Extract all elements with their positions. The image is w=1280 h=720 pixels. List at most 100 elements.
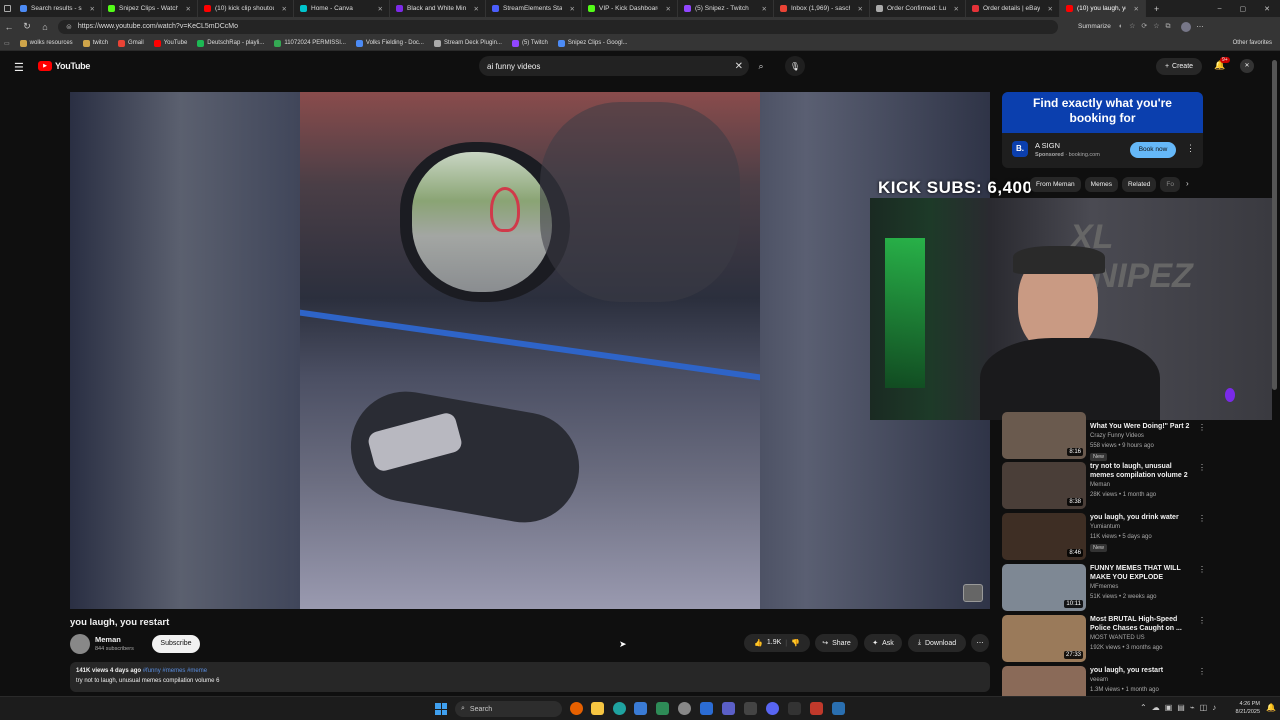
channel-avatar[interactable] [70,634,90,654]
search-icon[interactable]: ⌕ [750,56,772,76]
system-tray-icons[interactable]: ⌃☁▣▤⌁◫♪ [1140,703,1221,712]
windows-start-icon[interactable] [435,703,447,715]
tab-close-icon[interactable]: ✕ [1044,5,1053,13]
chip-more[interactable]: Fo [1160,177,1180,192]
teams-icon[interactable] [722,702,735,715]
channel-name[interactable]: MFmemes [1090,584,1118,590]
taskbar-search[interactable]: ⌕ Search [455,701,562,717]
notifications-icon[interactable]: 🔔 [1266,703,1276,712]
close-window-button[interactable]: ✕ [1264,5,1270,13]
tab-close-icon[interactable]: ✕ [1130,5,1139,13]
channel-name[interactable]: veeam [1090,677,1108,683]
chip-from-meman[interactable]: From Meman [1030,177,1081,192]
site-info-icon[interactable]: ⊜ [66,23,72,31]
tab-close-icon[interactable]: ✕ [86,5,95,13]
book-now-button[interactable]: Book now [1130,142,1176,158]
bookmark-item[interactable]: 11072024 PERMISSI... [274,39,346,47]
summarize-button[interactable]: Summarize [1078,23,1111,30]
browser-toolbar-icons[interactable]: ◐☆⟳☆⧉ [1119,22,1177,31]
ad-more-icon[interactable]: ⋮ [1186,143,1195,154]
video-thumbnail[interactable]: 8:16 [1002,412,1086,459]
tab-close-icon[interactable]: ✕ [662,5,671,13]
obs-icon[interactable] [678,702,691,715]
app-icon[interactable] [744,702,757,715]
terminal-icon[interactable] [788,702,801,715]
bookmark-item[interactable]: YouTube [153,39,187,47]
app-red-icon[interactable] [810,702,823,715]
steam-icon[interactable] [832,702,845,715]
refresh-icon[interactable]: ↻ [18,21,36,32]
browser-tab[interactable]: Order Confirmed: Lumin ✕ [870,0,966,17]
tab-close-icon[interactable]: ✕ [854,5,863,13]
recommended-video[interactable]: 10:11 FUNNY MEMES THAT WILL MAKE YOU EXPL… [1002,564,1212,614]
recommended-video[interactable]: 8:38 try not to laugh, unusual memes comp… [1002,462,1212,512]
video-player[interactable] [70,92,990,609]
browser-tab[interactable]: Search results - saschae ✕ [14,0,102,17]
more-actions-button[interactable]: ⋯ [971,634,989,652]
edge-icon[interactable] [613,702,626,715]
channel-name[interactable]: MOST WANTED US [1090,635,1145,641]
browser-tab[interactable]: (10) kick clip shoutout - ✕ [198,0,294,17]
hamburger-menu-icon[interactable]: ☰ [14,61,24,74]
more-vert-icon[interactable]: ⋮ [1198,565,1206,574]
browser-tab[interactable]: VIP - Kick Dashboard ✕ [582,0,678,17]
page-scrollbar[interactable] [1272,60,1277,390]
channel-name[interactable]: Crazy Funny Videos [1090,433,1144,439]
channel-name[interactable]: Meman [95,635,121,644]
browser-tab[interactable]: Black and White Minimal ✕ [390,0,486,17]
tab-close-icon[interactable]: ✕ [950,5,959,13]
share-button[interactable]: ↪ Share [815,634,858,652]
like-button[interactable]: 👍 1.9K [754,639,781,647]
recommended-video[interactable]: 27:33 Most BRUTAL High-Speed Police Chase… [1002,615,1212,665]
youtube-logo[interactable]: ▶ YouTube [38,61,90,71]
tab-close-icon[interactable]: ✕ [374,5,383,13]
tab-close-icon[interactable]: ✕ [278,5,287,13]
more-vert-icon[interactable]: ⋮ [1198,423,1206,432]
video-title[interactable]: try not to laugh, unusual memes compilat… [1090,462,1194,480]
account-avatar[interactable]: ✕ [1240,59,1254,73]
other-favorites[interactable]: Other favorites [1233,40,1280,46]
bookmark-item[interactable]: (5) Twitch [511,39,548,47]
more-vert-icon[interactable]: ⋮ [1198,667,1206,676]
tab-close-icon[interactable]: ✕ [182,5,191,13]
video-thumbnail[interactable]: 8:46 [1002,513,1086,560]
video-thumbnail[interactable]: 27:33 [1002,615,1086,662]
clock[interactable]: 4:26 PM 8/21/2025 [1226,700,1260,716]
more-vert-icon[interactable]: ⋮ [1198,463,1206,472]
browser-tab[interactable]: Snipez Clips - Watch Liv ✕ [102,0,198,17]
profile-avatar[interactable] [1180,21,1191,32]
browser-tab[interactable]: (5) Snipez - Twitch ✕ [678,0,774,17]
description-box[interactable]: 141K views 4 days ago #funny #memes #mem… [70,662,990,692]
file-explorer-icon[interactable] [591,702,604,715]
more-vert-icon[interactable]: ⋮ [1198,514,1206,523]
bookmark-item[interactable]: Gmail [118,39,144,47]
firefox-icon[interactable] [570,702,583,715]
recommended-video[interactable]: 8:16 What You Were Doing!" Part 2 Crazy Fu… [1002,412,1212,462]
back-icon[interactable]: ← [0,22,18,32]
bookmark-item[interactable]: twitch [82,39,108,47]
url-field[interactable]: ⊜ https://www.youtube.com/watch?v=KeCL5m… [58,19,1058,34]
dislike-button[interactable]: 👎 [791,639,800,647]
video-title[interactable]: FUNNY MEMES THAT WILL MAKE YOU EXPLODE [1090,564,1194,582]
tab-close-icon[interactable]: ✕ [566,5,575,13]
chip-related[interactable]: Related [1121,177,1157,192]
bookmark-item[interactable]: DeutschRap - playli... [197,39,264,47]
bookmarks-folder-icon[interactable]: ▭ [4,40,10,47]
outlook-icon[interactable] [700,702,713,715]
video-thumbnail[interactable]: 10:11 [1002,564,1086,611]
new-tab-button[interactable]: + [1146,4,1167,14]
store-icon[interactable] [634,702,647,715]
chip-memes[interactable]: Memes [1084,177,1118,192]
browser-tab[interactable]: Inbox (1,969) - saschae ✕ [774,0,870,17]
sponsored-ad[interactable]: Find exactly what you're booking for B. … [1002,92,1203,168]
clear-search-icon[interactable]: ✕ [735,61,743,72]
video-title[interactable]: you laugh, you drink water [1090,513,1194,522]
subscribe-button[interactable]: Subscribe [152,635,200,653]
video-thumbnail[interactable]: 8:38 [1002,462,1086,509]
browser-menu-icon[interactable]: ⋯ [1197,23,1204,31]
bookmark-item[interactable]: Stream Deck Plugin... [433,39,502,47]
maximize-button[interactable]: ▢ [1240,5,1247,13]
create-button[interactable]: + Create [1156,58,1202,75]
microphone-icon[interactable]: 🎙 [785,56,805,76]
download-button[interactable]: ⤓ Download [908,634,966,652]
